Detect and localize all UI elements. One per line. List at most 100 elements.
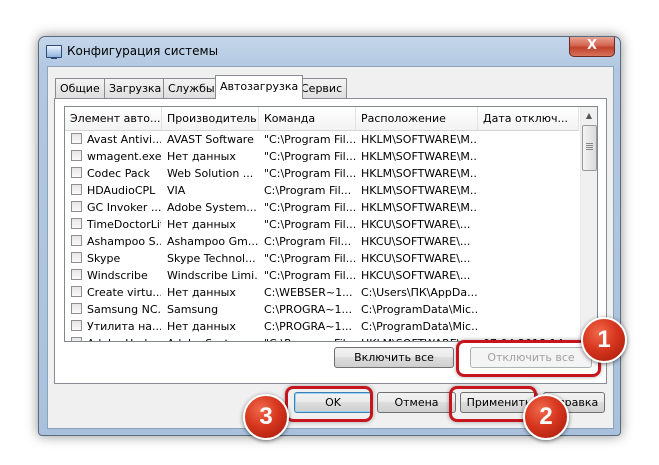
column-header-command[interactable]: Команда (259, 107, 356, 130)
cancel-button[interactable]: Отмена (377, 392, 456, 413)
cell-date-disabled (483, 165, 577, 182)
table-row[interactable]: HDAudioCPL VIA C:\Program Fil... HKLM\SOFTW… (65, 182, 579, 199)
cell-startup-item: Windscribe (87, 269, 148, 282)
cell-manufacturer: Нет данных (167, 286, 236, 299)
cell-startup-item: Утилита на... (87, 320, 161, 333)
cell-command: "C:\Program Fil... (264, 335, 356, 341)
grip-icon (586, 143, 593, 150)
row-checkbox[interactable] (71, 150, 82, 161)
tab-general[interactable]: Общие (55, 78, 105, 98)
highlight-disable-all (456, 340, 601, 377)
cell-date-disabled (483, 250, 577, 267)
column-header-date-disabled[interactable]: Дата отключ... (478, 107, 579, 130)
cell-location: HKCU\SOFTWARE\... (361, 269, 471, 282)
cell-command: "C:\Program Fil... (264, 150, 356, 163)
cell-command: C:\PROGRA~1... (264, 320, 352, 333)
cell-startup-item: Samsung NC... (87, 303, 161, 316)
table-row[interactable]: TimeDoctorLite Нет данных "C:\Program Fil.… (65, 216, 579, 233)
cell-location: C:\ProgramData\Mic... (361, 320, 478, 333)
scroll-up-arrow-icon[interactable]: ▲ (581, 107, 597, 124)
scrollbar-thumb[interactable] (582, 125, 597, 171)
close-button[interactable]: X (569, 37, 615, 57)
cell-startup-item: Skype (87, 252, 121, 265)
cell-startup-item: Codec Pack (87, 167, 151, 180)
table-row[interactable]: Avast Antivi... AVAST Software "C:\Program… (65, 131, 579, 148)
row-checkbox[interactable] (71, 235, 82, 246)
cell-startup-item: Ashampoo S... (87, 235, 161, 248)
cell-location: C:\ProgramData\Mic... (361, 303, 478, 316)
row-checkbox[interactable] (71, 133, 82, 144)
cell-location: HKLM\SOFTWARE\M... (361, 184, 478, 197)
table-row[interactable]: Codec Pack Web Solution ... "C:\Program Fi… (65, 165, 579, 182)
table-row[interactable]: wmagent.exe Нет данных "C:\Program Fil... H… (65, 148, 579, 165)
cell-date-disabled (483, 318, 577, 335)
cell-date-disabled (483, 148, 577, 165)
enable-all-button[interactable]: Включить все (334, 347, 454, 368)
cell-date-disabled (483, 284, 577, 301)
cell-startup-item: TimeDoctorLite (87, 218, 161, 231)
cell-command: "C:\Program Fil... (264, 218, 356, 231)
cell-manufacturer: Ashampoo Gm... (167, 235, 259, 248)
cell-command: "C:\Program Fil... (264, 201, 356, 214)
row-checkbox[interactable] (71, 201, 82, 212)
cell-manufacturer: Skype Technol... (167, 252, 256, 265)
window-title: Конфигурация системы (67, 44, 219, 58)
cell-manufacturer: Web Solution ... (167, 167, 254, 180)
cell-manufacturer: Windscribe Limi... (167, 269, 259, 282)
cell-manufacturer: Adobe System... (167, 335, 259, 341)
cell-manufacturer: Нет данных (167, 218, 236, 231)
cell-location: HKLM\SOFTWARE\M... (361, 201, 478, 214)
cell-location: HKCU\SOFTWARE\... (361, 218, 471, 231)
row-checkbox[interactable] (71, 337, 82, 341)
table-row[interactable]: Ashampoo S... Ashampoo Gm... C:\Program Fi… (65, 233, 579, 250)
row-checkbox[interactable] (71, 218, 82, 229)
cell-startup-item: wmagent.exe (87, 150, 161, 163)
cell-command: "C:\Program Fil... (264, 133, 356, 146)
vertical-scrollbar[interactable]: ▲ ▼ (580, 107, 597, 341)
tab-services[interactable]: Службы (163, 78, 220, 98)
row-checkbox[interactable] (71, 286, 82, 297)
table-row[interactable]: GC Invoker ... Adobe System... "C:\Program… (65, 199, 579, 216)
cell-manufacturer: Нет данных (167, 320, 236, 333)
cell-command: C:\WEBSER~1... (264, 286, 353, 299)
tab-startup[interactable]: Автозагрузка (215, 75, 304, 99)
highlight-ok (285, 386, 373, 422)
cell-location: HKCU\SOFTWARE\... (361, 235, 471, 248)
tab-boot[interactable]: Загрузка (104, 78, 167, 98)
startup-items-list[interactable]: Элемент авто... Производитель Команда Ра… (64, 106, 598, 342)
row-checkbox[interactable] (71, 252, 82, 263)
cell-date-disabled (483, 131, 577, 148)
cell-manufacturer: VIA (167, 184, 186, 197)
cell-startup-item: GC Invoker ... (87, 201, 161, 214)
column-header-manufacturer[interactable]: Производитель (162, 107, 259, 130)
cell-location: HKLM\SOFTWARE\M... (361, 150, 478, 163)
table-row[interactable]: Samsung NC... Samsung C:\PROGRA~1... C:\Pro… (65, 301, 579, 318)
row-checkbox[interactable] (71, 303, 82, 314)
table-row[interactable]: Create virtu... Нет данных C:\WEBSER~1... C… (65, 284, 579, 301)
cell-location: HKLM\SOFTWARE\M... (361, 167, 478, 180)
row-checkbox[interactable] (71, 269, 82, 280)
row-checkbox[interactable] (71, 320, 82, 331)
cell-command: "C:\Program Fil... (264, 252, 356, 265)
row-checkbox[interactable] (71, 167, 82, 178)
monitor-icon (46, 45, 62, 59)
cell-location: HKCU\SOFTWARE\... (361, 252, 471, 265)
column-header-location[interactable]: Расположение (356, 107, 478, 130)
cell-command: C:\PROGRA~1... (264, 303, 352, 316)
cell-date-disabled (483, 182, 577, 199)
cell-command: C:\Program Fil... (264, 184, 352, 197)
row-checkbox[interactable] (71, 184, 82, 195)
column-header-startup-item[interactable]: Элемент авто... (65, 107, 162, 130)
callout-step-1: 1 (581, 317, 627, 363)
table-row[interactable]: Windscribe Windscribe Limi... "C:\Program … (65, 267, 579, 284)
tab-tools[interactable]: Сервис (296, 78, 348, 98)
cell-manufacturer: Нет данных (167, 150, 236, 163)
table-row[interactable]: Skype Skype Technol... "C:\Program Fil... H… (65, 250, 579, 267)
cell-manufacturer: AVAST Software (167, 133, 254, 146)
cell-manufacturer: Adobe System... (167, 201, 257, 214)
table-row[interactable]: Утилита на... Нет данных C:\PROGRA~1... C:\… (65, 318, 579, 335)
title-bar[interactable]: Конфигурация системы X (39, 37, 620, 65)
cell-command: "C:\Program Fil... (264, 167, 356, 180)
cell-date-disabled (483, 199, 577, 216)
callout-step-3: 3 (243, 394, 289, 440)
